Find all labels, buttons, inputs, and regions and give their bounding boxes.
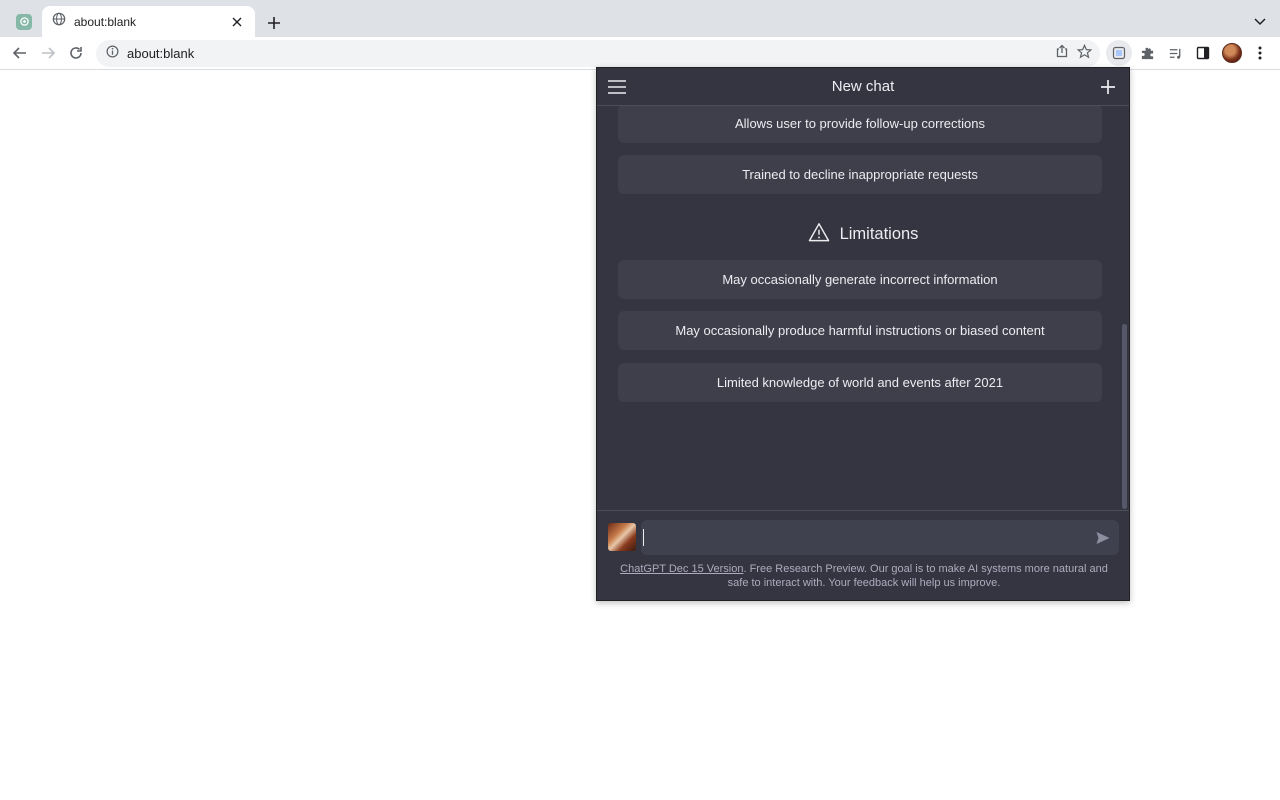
- popup-header: New chat: [597, 68, 1129, 106]
- profile-photo: [1222, 43, 1242, 63]
- chatgpt-icon: [16, 13, 32, 30]
- popup-title: New chat: [831, 78, 895, 95]
- limitation-card[interactable]: May occasionally produce harmful instruc…: [618, 311, 1102, 350]
- footer-text: . Free Research Preview. Our goal is to …: [727, 563, 1108, 589]
- browser-toolbar: about:blank: [0, 37, 1280, 70]
- limitations-heading: Limitations: [597, 222, 1129, 247]
- chat-input[interactable]: [641, 520, 1119, 555]
- share-icon[interactable]: [1055, 44, 1069, 63]
- composer: ChatGPT Dec 15 Version. Free Research Pr…: [597, 510, 1129, 602]
- warning-icon: [808, 222, 830, 247]
- plus-icon[interactable]: [1099, 78, 1117, 96]
- side-panel-icon[interactable]: [1191, 41, 1215, 65]
- text-caret: [643, 529, 644, 546]
- reload-button[interactable]: [64, 41, 88, 65]
- reading-list-icon[interactable]: [1163, 41, 1187, 65]
- address-bar[interactable]: about:blank: [96, 40, 1100, 67]
- chat-scroll-area[interactable]: Allows user to provide follow-up correct…: [597, 106, 1129, 510]
- globe-icon: [52, 12, 66, 31]
- scrollbar-thumb[interactable]: [1122, 324, 1127, 509]
- limitation-card[interactable]: May occasionally generate incorrect info…: [618, 260, 1102, 299]
- new-tab-button[interactable]: [262, 11, 286, 35]
- extensions-puzzle-icon[interactable]: [1135, 41, 1159, 65]
- limitations-title: Limitations: [839, 225, 919, 243]
- forward-button[interactable]: [36, 41, 60, 65]
- tab-strip: about:blank: [0, 0, 1280, 37]
- tab-about-blank[interactable]: about:blank: [42, 6, 255, 37]
- browser-menu-icon[interactable]: [1248, 41, 1272, 65]
- close-tab-icon[interactable]: [229, 14, 245, 30]
- capability-card[interactable]: Trained to decline inappropriate request…: [618, 155, 1102, 194]
- info-icon[interactable]: [106, 45, 119, 63]
- bookmark-star-icon[interactable]: [1076, 43, 1093, 64]
- chatgpt-extension-button[interactable]: [1106, 40, 1132, 66]
- chatgpt-popup: New chat Allows user to provide follow-u…: [596, 67, 1130, 601]
- version-link[interactable]: ChatGPT Dec 15 Version: [620, 563, 743, 575]
- footer-note: ChatGPT Dec 15 Version. Free Research Pr…: [609, 562, 1119, 590]
- url-text: about:blank: [127, 46, 195, 61]
- tab-search-chevron-icon[interactable]: [1250, 12, 1270, 32]
- pinned-tab-chatgpt[interactable]: [8, 6, 40, 37]
- user-avatar: [608, 523, 636, 551]
- back-button[interactable]: [8, 41, 32, 65]
- hamburger-icon[interactable]: [607, 79, 627, 95]
- limitation-card[interactable]: Limited knowledge of world and events af…: [618, 363, 1102, 402]
- send-icon[interactable]: [1095, 530, 1111, 546]
- profile-avatar[interactable]: [1220, 41, 1244, 65]
- tab-title: about:blank: [74, 14, 137, 29]
- capability-card[interactable]: Allows user to provide follow-up correct…: [618, 106, 1102, 143]
